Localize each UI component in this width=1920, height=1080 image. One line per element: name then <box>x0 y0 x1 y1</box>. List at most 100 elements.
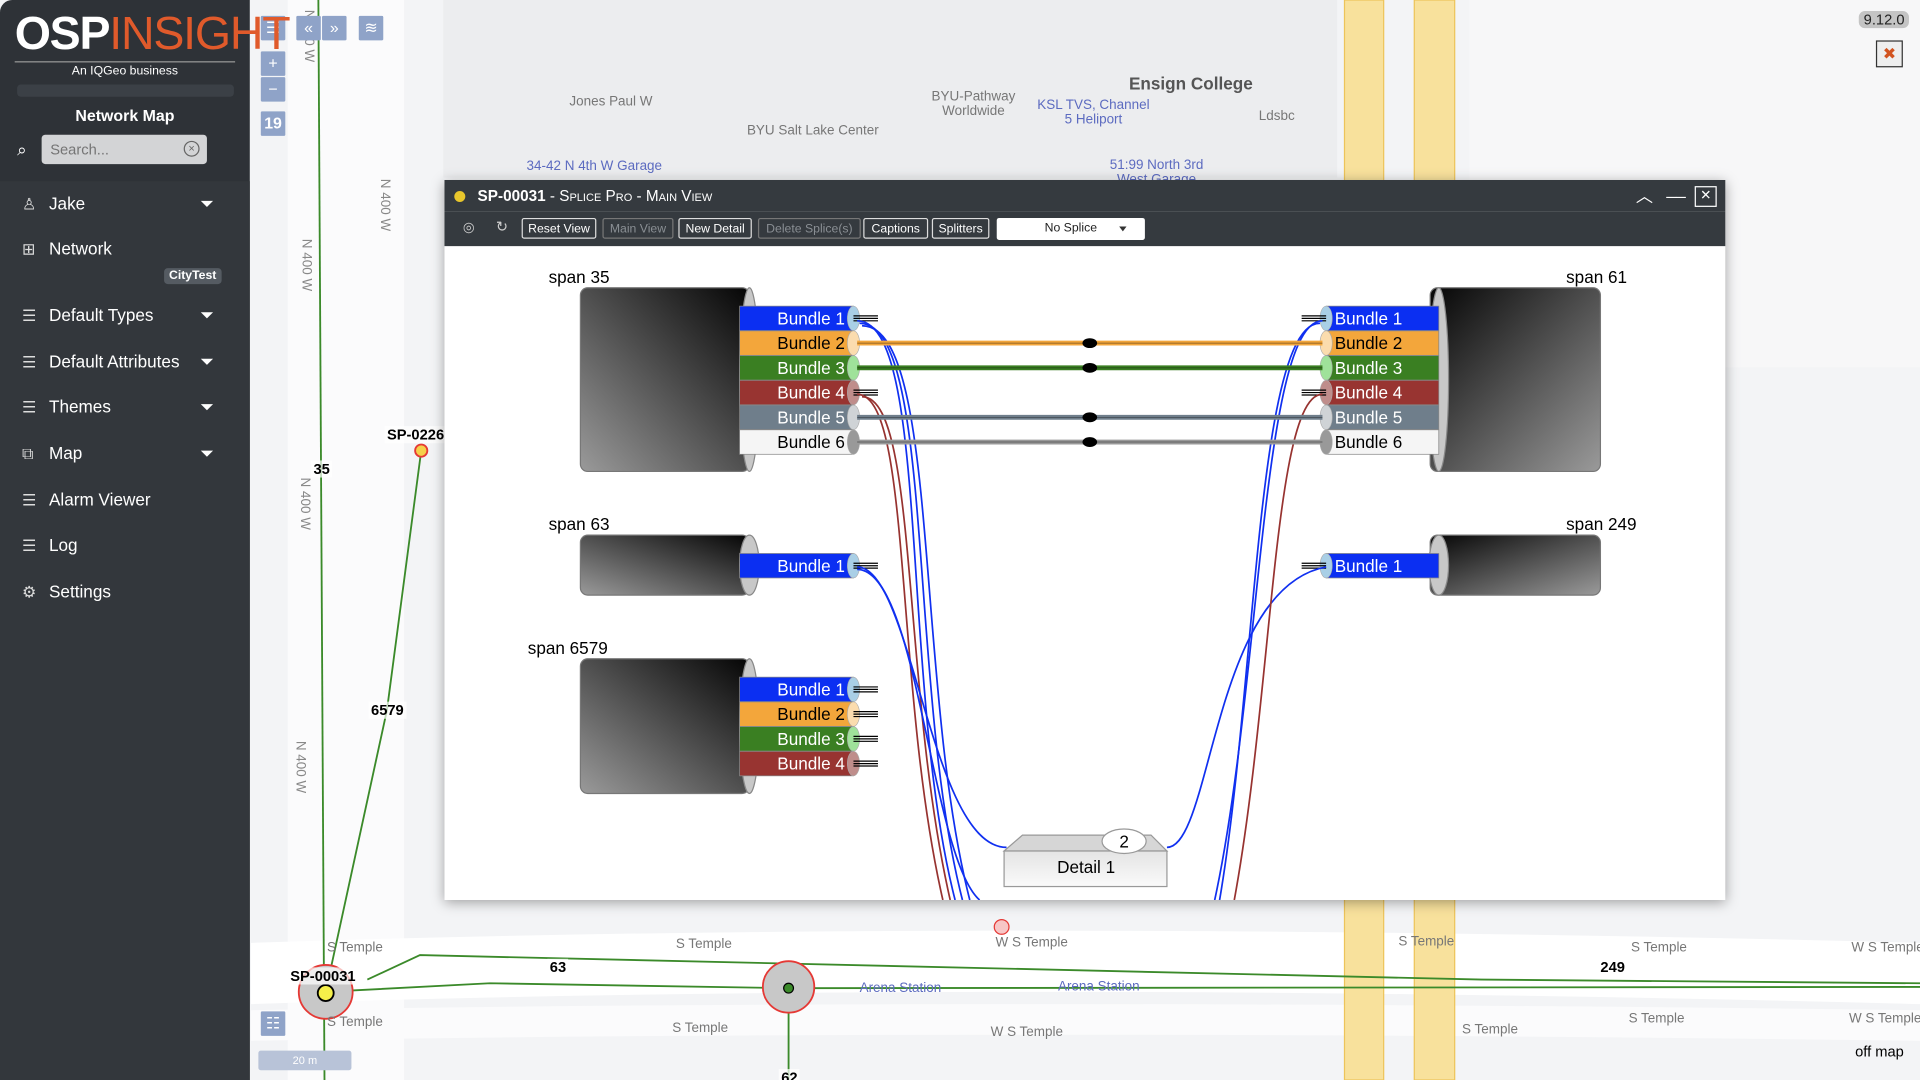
bundle-label: Bundle 6 <box>777 432 845 452</box>
list-view-button[interactable]: ☷ <box>260 1011 286 1036</box>
sidebar-item-default-attributes[interactable]: ☰ Default Attributes <box>22 347 230 376</box>
splice-dot[interactable] <box>1082 437 1098 447</box>
network-label[interactable]: 63 <box>547 958 569 976</box>
sidebar-item-jake[interactable]: ♙ Jake <box>22 189 230 218</box>
sidebar-item-log[interactable]: ☰ Log <box>22 530 230 559</box>
bundle-label: Bundle 1 <box>777 556 845 576</box>
sidebar-item-label: Alarm Viewer <box>48 489 151 510</box>
sidebar-item-label: Settings <box>48 581 111 602</box>
back-button[interactable]: « <box>296 15 321 41</box>
network-label[interactable]: SP-00031 <box>287 967 359 985</box>
splice-dot[interactable] <box>1082 338 1098 349</box>
sidebar: OSPINSIGHT An IQGeo business Network Map… <box>0 0 291 1080</box>
bundle-label: Bundle 1 <box>777 680 845 700</box>
bundle-label: Bundle 2 <box>777 704 845 724</box>
sidebar-item-themes[interactable]: ☰ Themes <box>22 392 230 421</box>
cable-span-63-label: span 63 <box>549 514 610 534</box>
network-label[interactable]: 62 <box>778 1068 801 1080</box>
map-label: N 400 W <box>292 740 308 794</box>
map-label: N 400 W <box>297 477 313 530</box>
map-label: Ldsbc <box>1258 108 1295 124</box>
window-titlebar[interactable]: SP-00031 - Splice Pro - Main View ︿ __ ✕ <box>444 179 1726 212</box>
map-label: W S Temple <box>990 1024 1063 1040</box>
network-label[interactable]: SP-0226 <box>384 426 447 444</box>
scale-bar: 20 m <box>258 1050 352 1071</box>
caret-down-icon[interactable] <box>200 358 214 365</box>
caret-down-icon[interactable] <box>200 404 214 411</box>
toolbar: ◎ ↻ Reset View Main View New Detail Delete … <box>444 211 1726 247</box>
fiber-path[interactable] <box>857 566 1007 849</box>
close-button[interactable]: ✕ <box>1694 186 1717 207</box>
forward-button[interactable]: » <box>322 15 347 41</box>
network-label[interactable]: 6579 <box>368 701 407 719</box>
sidebar-item-network[interactable]: ⊞ Network <box>22 234 230 263</box>
caret-down-icon[interactable] <box>200 312 214 319</box>
map-label: BYU Salt Lake Center <box>746 123 879 139</box>
refresh-icon[interactable]: ↻ <box>496 218 508 235</box>
splice-dot[interactable] <box>1082 362 1098 373</box>
cable-span-35-body[interactable] <box>579 287 751 473</box>
splice-select[interactable]: No Splice <box>996 217 1145 241</box>
sidebar-item-settings[interactable]: ⚙ Settings <box>22 577 230 606</box>
delete-splice-s-button[interactable]: Delete Splice(s) <box>757 217 861 239</box>
cable-span-61-body[interactable] <box>1429 287 1602 473</box>
bundle-label: Bundle 4 <box>1335 383 1403 403</box>
map-label: Arena Station <box>1057 979 1140 995</box>
splice-dot[interactable] <box>1082 412 1098 423</box>
cable-span-6579-body[interactable] <box>579 658 751 795</box>
minimize-button[interactable]: __ <box>1667 179 1686 199</box>
map-label: BYU-Pathway Worldwide <box>931 89 1016 119</box>
map-label: S Temple <box>1631 940 1687 956</box>
check-icon[interactable]: ◎ <box>463 219 475 235</box>
zoom-out-button[interactable]: − <box>260 77 286 102</box>
fiber-path[interactable] <box>1166 566 1327 849</box>
sidebar-item-label: Themes <box>48 396 111 417</box>
map-label: S Temple <box>326 940 383 956</box>
splice-diagram[interactable]: span 35 Bundle 1 Bundle 2 Bundle 3 Bundle 4 B… <box>444 246 1725 901</box>
map-label: W S Temple <box>995 935 1068 951</box>
cable-span-249-body[interactable] <box>1429 534 1602 596</box>
clear-search-icon[interactable]: × <box>183 140 200 157</box>
map-label: W S Temple <box>1848 1011 1920 1027</box>
reset-view-button[interactable]: Reset View <box>521 217 597 239</box>
bundle-label: Bundle 1 <box>777 308 845 328</box>
sidebar-item-alarm-viewer[interactable]: ☰ Alarm Viewer <box>22 485 230 514</box>
cable-span-249-label: span 249 <box>1566 514 1636 534</box>
layers-icon[interactable]: ≋ <box>358 15 384 41</box>
bundle-label: Bundle 5 <box>1335 407 1403 427</box>
map-label: 34-42 N 4th W Garage <box>526 159 663 174</box>
sidebar-item-label: Network <box>48 238 112 259</box>
caret-down-icon[interactable] <box>200 200 214 207</box>
captions-button[interactable]: Captions <box>863 217 929 239</box>
splice-pro-window: SP-00031 - Splice Pro - Main View ︿ __ ✕… <box>444 179 1726 901</box>
tagline: An IQGeo business <box>14 61 236 78</box>
detail-count: 2 <box>1119 831 1129 851</box>
search-input[interactable] <box>41 134 183 165</box>
map-label: S Temple <box>672 1021 729 1036</box>
network-label[interactable]: 35 <box>311 460 333 478</box>
new-detail-button[interactable]: New Detail <box>678 217 752 239</box>
splitters-button[interactable]: Splitters <box>931 217 990 239</box>
gear-icon: ⚙ <box>22 582 37 602</box>
sidebar-item-label: Default Attributes <box>48 351 180 372</box>
map-label: S Temple <box>1398 934 1455 949</box>
map-label: N 400 W <box>377 178 392 232</box>
collapse-button[interactable]: ︿ <box>1636 184 1653 208</box>
fiber-path[interactable] <box>857 393 944 901</box>
fiber-path[interactable] <box>1233 393 1323 901</box>
sidebar-item-label: Map <box>48 443 83 463</box>
network-label[interactable]: 249 <box>1597 958 1628 976</box>
main-view-button[interactable]: Main View <box>602 217 674 239</box>
sidebar-item-label: Jake <box>48 193 86 214</box>
fiber-path[interactable] <box>862 324 971 901</box>
tools-button[interactable]: ✖ <box>1875 40 1903 68</box>
caret-down-icon[interactable] <box>200 450 214 457</box>
cable-span-35-label: span 35 <box>549 267 610 287</box>
cable-span-63-body[interactable] <box>579 534 751 596</box>
cable-span-6579-label: span 6579 <box>528 638 608 658</box>
sidebar-item-default-types[interactable]: ☰ Default Types <box>22 300 230 329</box>
list-icon: ☰ <box>22 352 37 372</box>
network-icon: ⊞ <box>22 240 36 259</box>
map-icon: ⧉ <box>22 444 34 463</box>
sidebar-item-map[interactable]: ⧉ Map <box>22 438 230 467</box>
